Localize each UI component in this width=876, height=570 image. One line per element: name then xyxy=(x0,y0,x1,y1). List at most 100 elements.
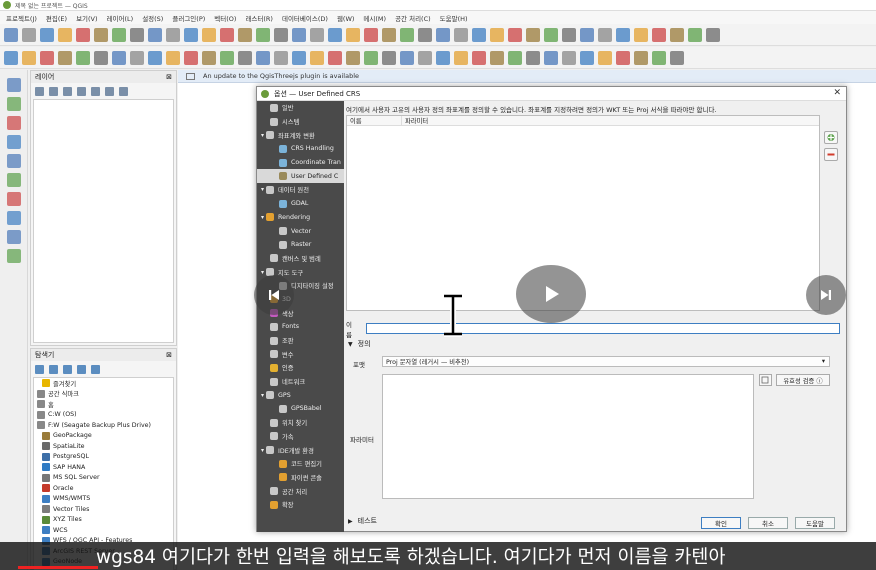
toolbar-tool-icon[interactable] xyxy=(670,27,684,42)
toolbar-tool-icon[interactable] xyxy=(40,27,54,42)
nav-item[interactable]: 네트워크 xyxy=(257,375,344,389)
toolbar-tool-icon[interactable] xyxy=(238,50,252,65)
add-group-icon[interactable] xyxy=(49,86,58,96)
style-icon[interactable] xyxy=(35,86,44,96)
copy-from-crs-button[interactable] xyxy=(759,374,772,386)
toolbar-tool-icon[interactable] xyxy=(544,27,558,42)
toolbar-tool-icon[interactable] xyxy=(436,27,450,42)
toolbar-tool-icon[interactable] xyxy=(310,27,324,42)
nav-item[interactable]: 파이썬 콘솔 xyxy=(257,471,344,485)
menu-item[interactable]: 벡터(O) xyxy=(214,13,236,23)
nav-item[interactable]: GDAL xyxy=(257,197,344,211)
toolbar-tool-icon[interactable] xyxy=(382,27,396,42)
toolbar-tool-icon[interactable] xyxy=(508,50,522,65)
toolbar-tool-icon[interactable] xyxy=(454,50,468,65)
toolbar-tool-icon[interactable] xyxy=(76,50,90,65)
nav-item[interactable]: Vector xyxy=(257,224,344,238)
nav-item[interactable]: 코드 편집기 xyxy=(257,457,344,471)
refresh-icon[interactable] xyxy=(49,364,58,374)
toolbar-tool-icon[interactable] xyxy=(508,27,522,42)
browser-item[interactable]: 홈 xyxy=(34,399,173,410)
toolbar-tool-icon[interactable] xyxy=(202,50,216,65)
toolbar-tool-icon[interactable] xyxy=(94,50,108,65)
close-icon[interactable]: ✕ xyxy=(833,88,841,98)
toolbar-tool-icon[interactable] xyxy=(292,50,306,65)
chevron-down-icon[interactable]: ▾ xyxy=(261,447,264,454)
toolbar-tool-icon[interactable] xyxy=(292,27,306,42)
toolbar-tool-icon[interactable] xyxy=(544,50,558,65)
toolbar-tool-icon[interactable] xyxy=(220,27,234,42)
previous-button[interactable] xyxy=(254,275,294,315)
toolbar-tool-icon[interactable] xyxy=(76,27,90,42)
help-button[interactable]: 도움말 xyxy=(795,517,835,529)
toolbar-tool-icon[interactable] xyxy=(202,27,216,42)
toolbar-tool-icon[interactable] xyxy=(400,27,414,42)
menu-item[interactable]: 데이터베이스(D) xyxy=(282,13,328,23)
browser-item[interactable]: C:W (OS) xyxy=(34,410,173,421)
toolbar-tool-icon[interactable] xyxy=(490,50,504,65)
chevron-down-icon[interactable]: ▾ xyxy=(261,186,264,193)
menu-item[interactable]: 레이어(L) xyxy=(107,13,134,23)
menu-item[interactable]: 플러그인(P) xyxy=(172,13,205,23)
validate-button[interactable]: 유효성 검증 ⓘ xyxy=(776,374,830,386)
toolbar-tool-icon[interactable] xyxy=(4,27,18,42)
nav-item[interactable]: 변수 xyxy=(257,347,344,361)
menu-item[interactable]: 보기(V) xyxy=(76,13,97,23)
toolbar-tool-icon[interactable] xyxy=(562,50,576,65)
visibility-icon[interactable] xyxy=(63,86,72,96)
toolbar-tool-icon[interactable] xyxy=(58,27,72,42)
toolbar-tool-icon[interactable] xyxy=(688,27,702,42)
nav-item[interactable]: ▾ 좌표계와 변환 xyxy=(257,128,344,142)
toolbar-tool-icon[interactable] xyxy=(130,50,144,65)
next-button[interactable] xyxy=(806,275,846,315)
nav-item[interactable]: Raster xyxy=(257,238,344,252)
toolbar-tool-icon[interactable] xyxy=(490,27,504,42)
nav-item[interactable]: 조판 xyxy=(257,334,344,348)
nav-item[interactable]: 공간 처리 xyxy=(257,484,344,498)
toolbar-tool-icon[interactable] xyxy=(526,50,540,65)
chevron-down-icon[interactable]: ▾ xyxy=(261,392,264,399)
browser-item[interactable]: XYZ Tiles xyxy=(34,515,173,526)
nav-item[interactable]: ▾ Rendering xyxy=(257,211,344,225)
cancel-button[interactable]: 취소 xyxy=(748,517,788,529)
add-layer-tool-icon[interactable] xyxy=(6,154,21,168)
browser-item[interactable]: PostgreSQL xyxy=(34,452,173,463)
toolbar-tool-icon[interactable] xyxy=(472,50,486,65)
menu-item[interactable]: 도움말(H) xyxy=(440,13,468,23)
browser-item[interactable]: SpatiaLite xyxy=(34,441,173,452)
menu-item[interactable]: 공간 처리(C) xyxy=(395,13,431,23)
toolbar-tool-icon[interactable] xyxy=(580,27,594,42)
nav-item[interactable]: ▾ GPS xyxy=(257,388,344,402)
toolbar-tool-icon[interactable] xyxy=(22,27,36,42)
menu-item[interactable]: 설정(S) xyxy=(142,13,163,23)
nav-item[interactable]: Fonts xyxy=(257,320,344,334)
add-layer-tool-icon[interactable] xyxy=(6,135,21,149)
toolbar-tool-icon[interactable] xyxy=(4,50,18,65)
add-layer-tool-icon[interactable] xyxy=(6,97,21,111)
browser-item[interactable]: F:W (Seagate Backup Plus Drive) xyxy=(34,420,173,431)
nav-item[interactable]: 가속 xyxy=(257,430,344,444)
nav-item[interactable]: GPSBabel xyxy=(257,402,344,416)
toolbar-tool-icon[interactable] xyxy=(454,27,468,42)
toolbar-tool-icon[interactable] xyxy=(400,50,414,65)
toolbar-tool-icon[interactable] xyxy=(328,27,342,42)
add-layer-tool-icon[interactable] xyxy=(6,211,21,225)
toolbar-tool-icon[interactable] xyxy=(598,27,612,42)
nav-item[interactable]: User Defined C xyxy=(257,169,344,184)
toolbar-tool-icon[interactable] xyxy=(58,50,72,65)
toolbar-tool-icon[interactable] xyxy=(256,50,270,65)
toolbar-tool-icon[interactable] xyxy=(382,50,396,65)
browser-item[interactable]: Oracle xyxy=(34,483,173,494)
browser-item[interactable]: WCS xyxy=(34,525,173,536)
remove-icon[interactable] xyxy=(119,86,128,96)
toolbar-tool-icon[interactable] xyxy=(256,27,270,42)
add-layer-tool-icon[interactable] xyxy=(6,249,21,263)
add-crs-button[interactable] xyxy=(824,131,838,144)
nav-item[interactable]: 확장 xyxy=(257,498,344,512)
toolbar-tool-icon[interactable] xyxy=(274,50,288,65)
toolbar-tool-icon[interactable] xyxy=(526,27,540,42)
panel-close-icon[interactable]: ⊠ xyxy=(166,351,172,359)
parameters-textarea[interactable] xyxy=(382,374,754,499)
ok-button[interactable]: 확인 xyxy=(701,517,741,529)
browser-item[interactable]: 공간 식마크 xyxy=(34,389,173,400)
